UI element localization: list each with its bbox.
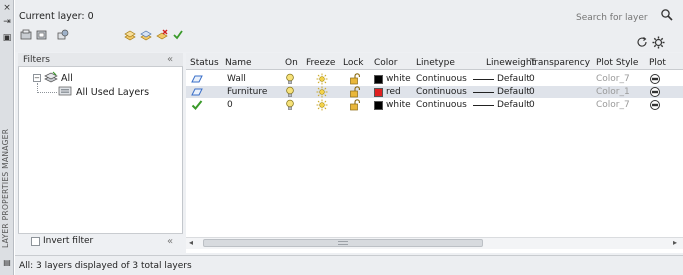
search-input[interactable]	[576, 11, 656, 25]
toolbar-area	[15, 0, 683, 52]
column-header-name[interactable]: Name	[225, 58, 252, 68]
printer-icon[interactable]	[649, 99, 661, 114]
table-row[interactable]: 0 white Continuous Default 0 Color_7	[186, 99, 683, 111]
filters-title: Filters	[23, 55, 50, 65]
auto-hide-icon[interactable]: ⇥	[2, 17, 12, 27]
refresh-icon[interactable]	[636, 36, 648, 48]
color-swatch[interactable]	[374, 75, 383, 84]
filter-tree-used-icon	[58, 85, 72, 97]
tree-connector	[37, 92, 57, 93]
search-icon[interactable]	[660, 8, 674, 22]
layer-transparency[interactable]: 0	[529, 73, 535, 85]
table-row[interactable]: Wall white Continuous Default 0 Color_7	[186, 73, 683, 85]
column-header-lineweight[interactable]: Lineweight	[486, 58, 535, 68]
layer-lineweight[interactable]: Default	[497, 86, 530, 98]
layer-manager-icon[interactable]: ▤	[2, 258, 12, 268]
filter-tree-item-all-used-layers[interactable]: All Used Layers	[76, 87, 149, 98]
column-header-plot[interactable]: Plot	[649, 58, 666, 68]
new-vp-frozen-layer-icon[interactable]	[139, 28, 152, 41]
unlock-icon[interactable]	[349, 99, 361, 114]
layer-transparency[interactable]: 0	[529, 86, 535, 98]
collapse-filters-button[interactable]: «	[167, 54, 173, 65]
settings-icon[interactable]	[652, 36, 665, 49]
properties-icon[interactable]: ▣	[2, 33, 12, 43]
new-group-filter-icon[interactable]	[35, 28, 48, 41]
layer-color[interactable]: red	[386, 86, 401, 98]
layer-linetype[interactable]: Continuous	[416, 99, 467, 111]
layer-color[interactable]: white	[386, 73, 411, 85]
scrollbar-grip-icon	[338, 241, 348, 245]
close-icon[interactable]: ×	[2, 3, 12, 13]
layer-states-manager-icon[interactable]	[56, 28, 69, 41]
lineweight-sample	[473, 105, 494, 106]
column-header-linetype[interactable]: Linetype	[416, 58, 455, 68]
layer-lineweight[interactable]: Default	[497, 99, 530, 111]
bulb-icon[interactable]	[285, 99, 295, 114]
delete-layer-icon[interactable]	[155, 28, 168, 41]
palette-strip: × ⇥ ▣ LAYER PROPERTIES MANAGER ▤	[0, 0, 14, 275]
set-current-icon[interactable]	[171, 28, 184, 41]
color-swatch[interactable]	[374, 101, 383, 110]
invert-filter-checkbox[interactable]	[31, 237, 40, 246]
layer-linetype[interactable]: Continuous	[416, 86, 467, 98]
status-text: All: 3 layers displayed of 3 total layer…	[19, 261, 192, 271]
layer-name[interactable]: 0	[227, 99, 233, 111]
layer-transparency[interactable]: 0	[529, 99, 535, 111]
layer-plot-style: Color_7	[596, 74, 630, 84]
new-layer-icon[interactable]	[123, 28, 136, 41]
layer-plot-style: Color_7	[596, 100, 630, 110]
palette-title: LAYER PROPERTIES MANAGER	[1, 128, 10, 248]
column-header-status[interactable]: Status	[190, 58, 219, 68]
sun-icon[interactable]	[316, 99, 328, 114]
layer-lineweight[interactable]: Default	[497, 73, 530, 85]
lineweight-sample	[473, 92, 494, 93]
column-header-freeze[interactable]: Freeze	[306, 58, 335, 68]
table-row[interactable]: Furniture red Continuous Default 0 Color…	[186, 86, 683, 98]
layer-plot-style: Color_1	[596, 87, 630, 97]
column-header-color[interactable]: Color	[374, 58, 398, 68]
current-layer-label: Current layer: 0	[19, 11, 94, 22]
column-header-lock[interactable]: Lock	[343, 58, 364, 68]
tree-collapse-toggle[interactable]: −	[33, 74, 41, 82]
collapse-filters-button-bottom[interactable]: «	[167, 236, 173, 247]
filter-tree-all-icon	[44, 71, 58, 83]
column-header-plot-style[interactable]: Plot Style	[596, 58, 638, 68]
new-property-filter-icon[interactable]	[19, 28, 32, 41]
lineweight-sample	[473, 79, 494, 80]
scroll-left-arrow-icon[interactable]: ◂	[189, 238, 193, 247]
color-swatch[interactable]	[374, 88, 383, 97]
layer-linetype[interactable]: Continuous	[416, 73, 467, 85]
layer-name[interactable]: Wall	[227, 73, 246, 85]
scroll-right-arrow-icon[interactable]: ▸	[673, 238, 677, 247]
layer-name[interactable]: Furniture	[227, 86, 267, 98]
invert-filter-label: Invert filter	[43, 236, 94, 246]
column-header-on[interactable]: On	[285, 58, 298, 68]
filters-pane	[18, 53, 183, 253]
column-header-transparency[interactable]: Transparency	[530, 58, 590, 68]
layer-color[interactable]: white	[386, 99, 411, 111]
filter-tree-item-all[interactable]: All	[61, 73, 73, 84]
current-checkmark-icon[interactable]	[191, 99, 203, 114]
